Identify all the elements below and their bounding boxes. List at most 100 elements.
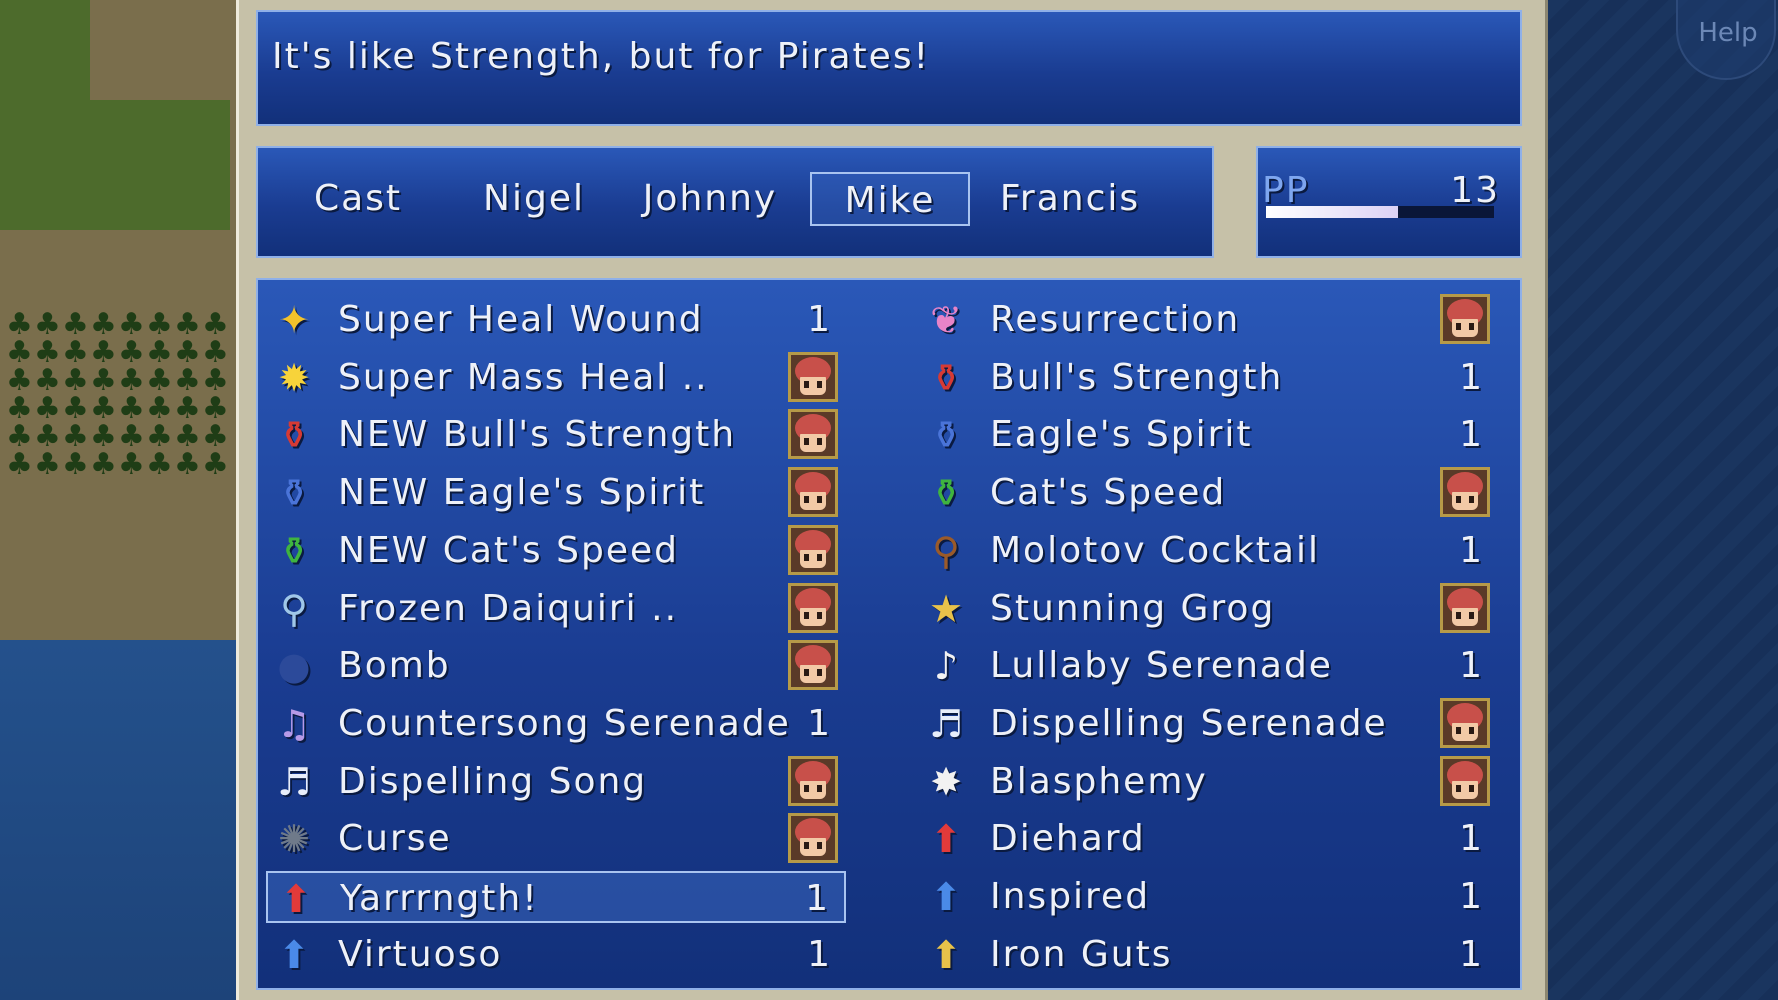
skill-qty: 1 [1459, 356, 1484, 398]
skill-item[interactable]: ⚱ Bull's Strength 1 [918, 352, 1498, 404]
skill-item[interactable]: ⬆ Virtuoso 1 [266, 929, 846, 981]
spi-up-icon: ⬆ [278, 932, 310, 977]
bottle-icon: ⚲ [280, 586, 308, 631]
skill-item[interactable]: ⚱ NEW Eagle's Spirit [266, 467, 846, 519]
curse-icon: ✺ [278, 817, 310, 862]
skill-item[interactable]: ♬ Dispelling Serenade [918, 697, 1498, 750]
green-potion-icon: ⚱ [930, 471, 962, 516]
skill-item[interactable]: ★ Stunning Grog [918, 582, 1498, 635]
skill-name: Molotov Cocktail [990, 529, 1320, 571]
skill-item[interactable]: ⚲ Frozen Daiquiri .. [266, 582, 846, 635]
skill-item[interactable]: ⚱ Eagle's Spirit 1 [918, 409, 1498, 461]
green-potion-icon: ⚱ [278, 528, 310, 573]
skill-qty: 1 [807, 299, 832, 340]
skill-item[interactable]: ✹ Super Mass Heal .. [266, 351, 846, 404]
skill-name: NEW Bull's Strength [338, 414, 737, 456]
character-portrait [788, 755, 838, 806]
skill-name: Curse [338, 818, 452, 860]
skill-item[interactable]: ● Bomb [266, 640, 846, 692]
skill-name: Frozen Daiquiri .. [338, 587, 679, 629]
character-portrait [1440, 697, 1490, 748]
character-portrait [788, 813, 838, 864]
skill-item[interactable]: ⚱ NEW Cat's Speed [266, 524, 846, 577]
skill-name: Bull's Strength [990, 356, 1284, 398]
map-grass [0, 0, 90, 110]
skill-item[interactable]: ⬆ Yarrrngth! 1 [266, 871, 846, 923]
help-label: Help [1698, 18, 1758, 48]
skill-qty: 1 [807, 702, 832, 744]
music-swirl-icon: ♫ [276, 701, 312, 746]
skill-qty: 1 [807, 933, 832, 975]
skill-item[interactable]: ⚲ Molotov Cocktail 1 [918, 525, 1498, 577]
character-tabs-window: Cast Nigel Johnny Mike Francis [256, 146, 1214, 258]
skill-item[interactable]: ✺ Curse [266, 813, 846, 865]
skill-qty: 1 [1459, 876, 1484, 917]
tab-francis[interactable]: Francis [990, 172, 1150, 226]
skill-item[interactable]: ⚱ NEW Bull's Strength [266, 409, 846, 461]
skill-name: Dispelling Serenade [990, 702, 1388, 744]
str-up-icon: ⬆ [280, 877, 312, 921]
resurrection-icon: ❦ [930, 298, 962, 342]
character-portrait [1440, 755, 1490, 806]
skill-name: Super Heal Wound [338, 299, 704, 340]
character-portrait [788, 582, 838, 633]
heal-icon: ✦ [278, 298, 310, 342]
tree-icon: ♣ [146, 447, 173, 482]
skill-item[interactable]: ⬆ Iron Guts 1 [918, 929, 1498, 981]
tab-mike[interactable]: Mike [810, 172, 970, 226]
skill-item[interactable]: ⬆ Diehard 1 [918, 813, 1498, 865]
pp-value: 13 [1450, 170, 1500, 211]
tree-icon: ♣ [62, 447, 89, 482]
character-portrait [1440, 582, 1490, 633]
molotov-icon: ⚲ [932, 528, 960, 573]
tree-icon: ♣ [6, 447, 33, 482]
character-portrait [1440, 294, 1490, 344]
skill-item[interactable]: ⬆ Inspired 1 [918, 871, 1498, 923]
skill-name: Stunning Grog [990, 587, 1276, 629]
pp-gauge [1266, 206, 1494, 218]
mp-up-icon: ⬆ [930, 875, 962, 919]
skill-item[interactable]: ♬ Dispelling Song [266, 755, 846, 808]
skill-name: Iron Guts [990, 933, 1173, 975]
tab-johnny[interactable]: Johnny [630, 172, 790, 226]
skill-name: Yarrrngth! [340, 878, 539, 919]
blue-potion-icon: ⚱ [930, 413, 962, 458]
red-potion-icon: ⚱ [278, 413, 310, 458]
skill-item[interactable]: ❦ Resurrection [918, 294, 1498, 346]
skill-name: Resurrection [990, 299, 1241, 340]
pp-window: PP 13 [1256, 146, 1522, 258]
tab-nigel[interactable]: Nigel [454, 172, 614, 226]
skill-name: Diehard [990, 818, 1146, 860]
character-portrait [788, 640, 838, 691]
skill-name: Bomb [338, 645, 451, 687]
map-sea [1530, 0, 1778, 1000]
skill-item[interactable]: ⚱ Cat's Speed [918, 467, 1498, 519]
skill-item[interactable]: ✦ Super Heal Wound 1 [266, 294, 846, 346]
grog-icon: ★ [928, 586, 964, 631]
dispel-icon: ♬ [928, 701, 964, 746]
character-portrait [788, 524, 838, 575]
skill-item[interactable]: ✸ Blasphemy [918, 755, 1498, 808]
tree-icon: ♣ [202, 447, 229, 482]
skill-name: Dispelling Song [338, 760, 648, 802]
skill-qty: 1 [805, 878, 830, 919]
tab-cast[interactable]: Cast [278, 172, 438, 226]
skill-qty: 1 [1459, 414, 1484, 456]
description-text: It's like Strength, but for Pirates! [272, 36, 931, 77]
character-portrait [788, 351, 838, 402]
tree-icon: ♣ [174, 447, 201, 482]
tree-icon: ♣ [118, 447, 145, 482]
skill-qty: 1 [1459, 645, 1484, 687]
skill-name: NEW Eagle's Spirit [338, 472, 706, 514]
skill-qty: 1 [1459, 529, 1484, 571]
character-portrait [788, 409, 838, 460]
pp-gauge-fill [1266, 206, 1399, 218]
sleep-icon: ♪ [933, 644, 959, 689]
hp-up-icon: ⬆ [930, 817, 962, 862]
skill-item[interactable]: ♪ Lullaby Serenade 1 [918, 640, 1498, 692]
skill-name: Super Mass Heal .. [338, 356, 709, 398]
skill-qty: 1 [1459, 818, 1484, 860]
map-water [0, 640, 240, 1000]
tree-icon: ♣ [34, 447, 61, 482]
skill-item[interactable]: ♫ Countersong Serenade 1 [266, 698, 846, 750]
